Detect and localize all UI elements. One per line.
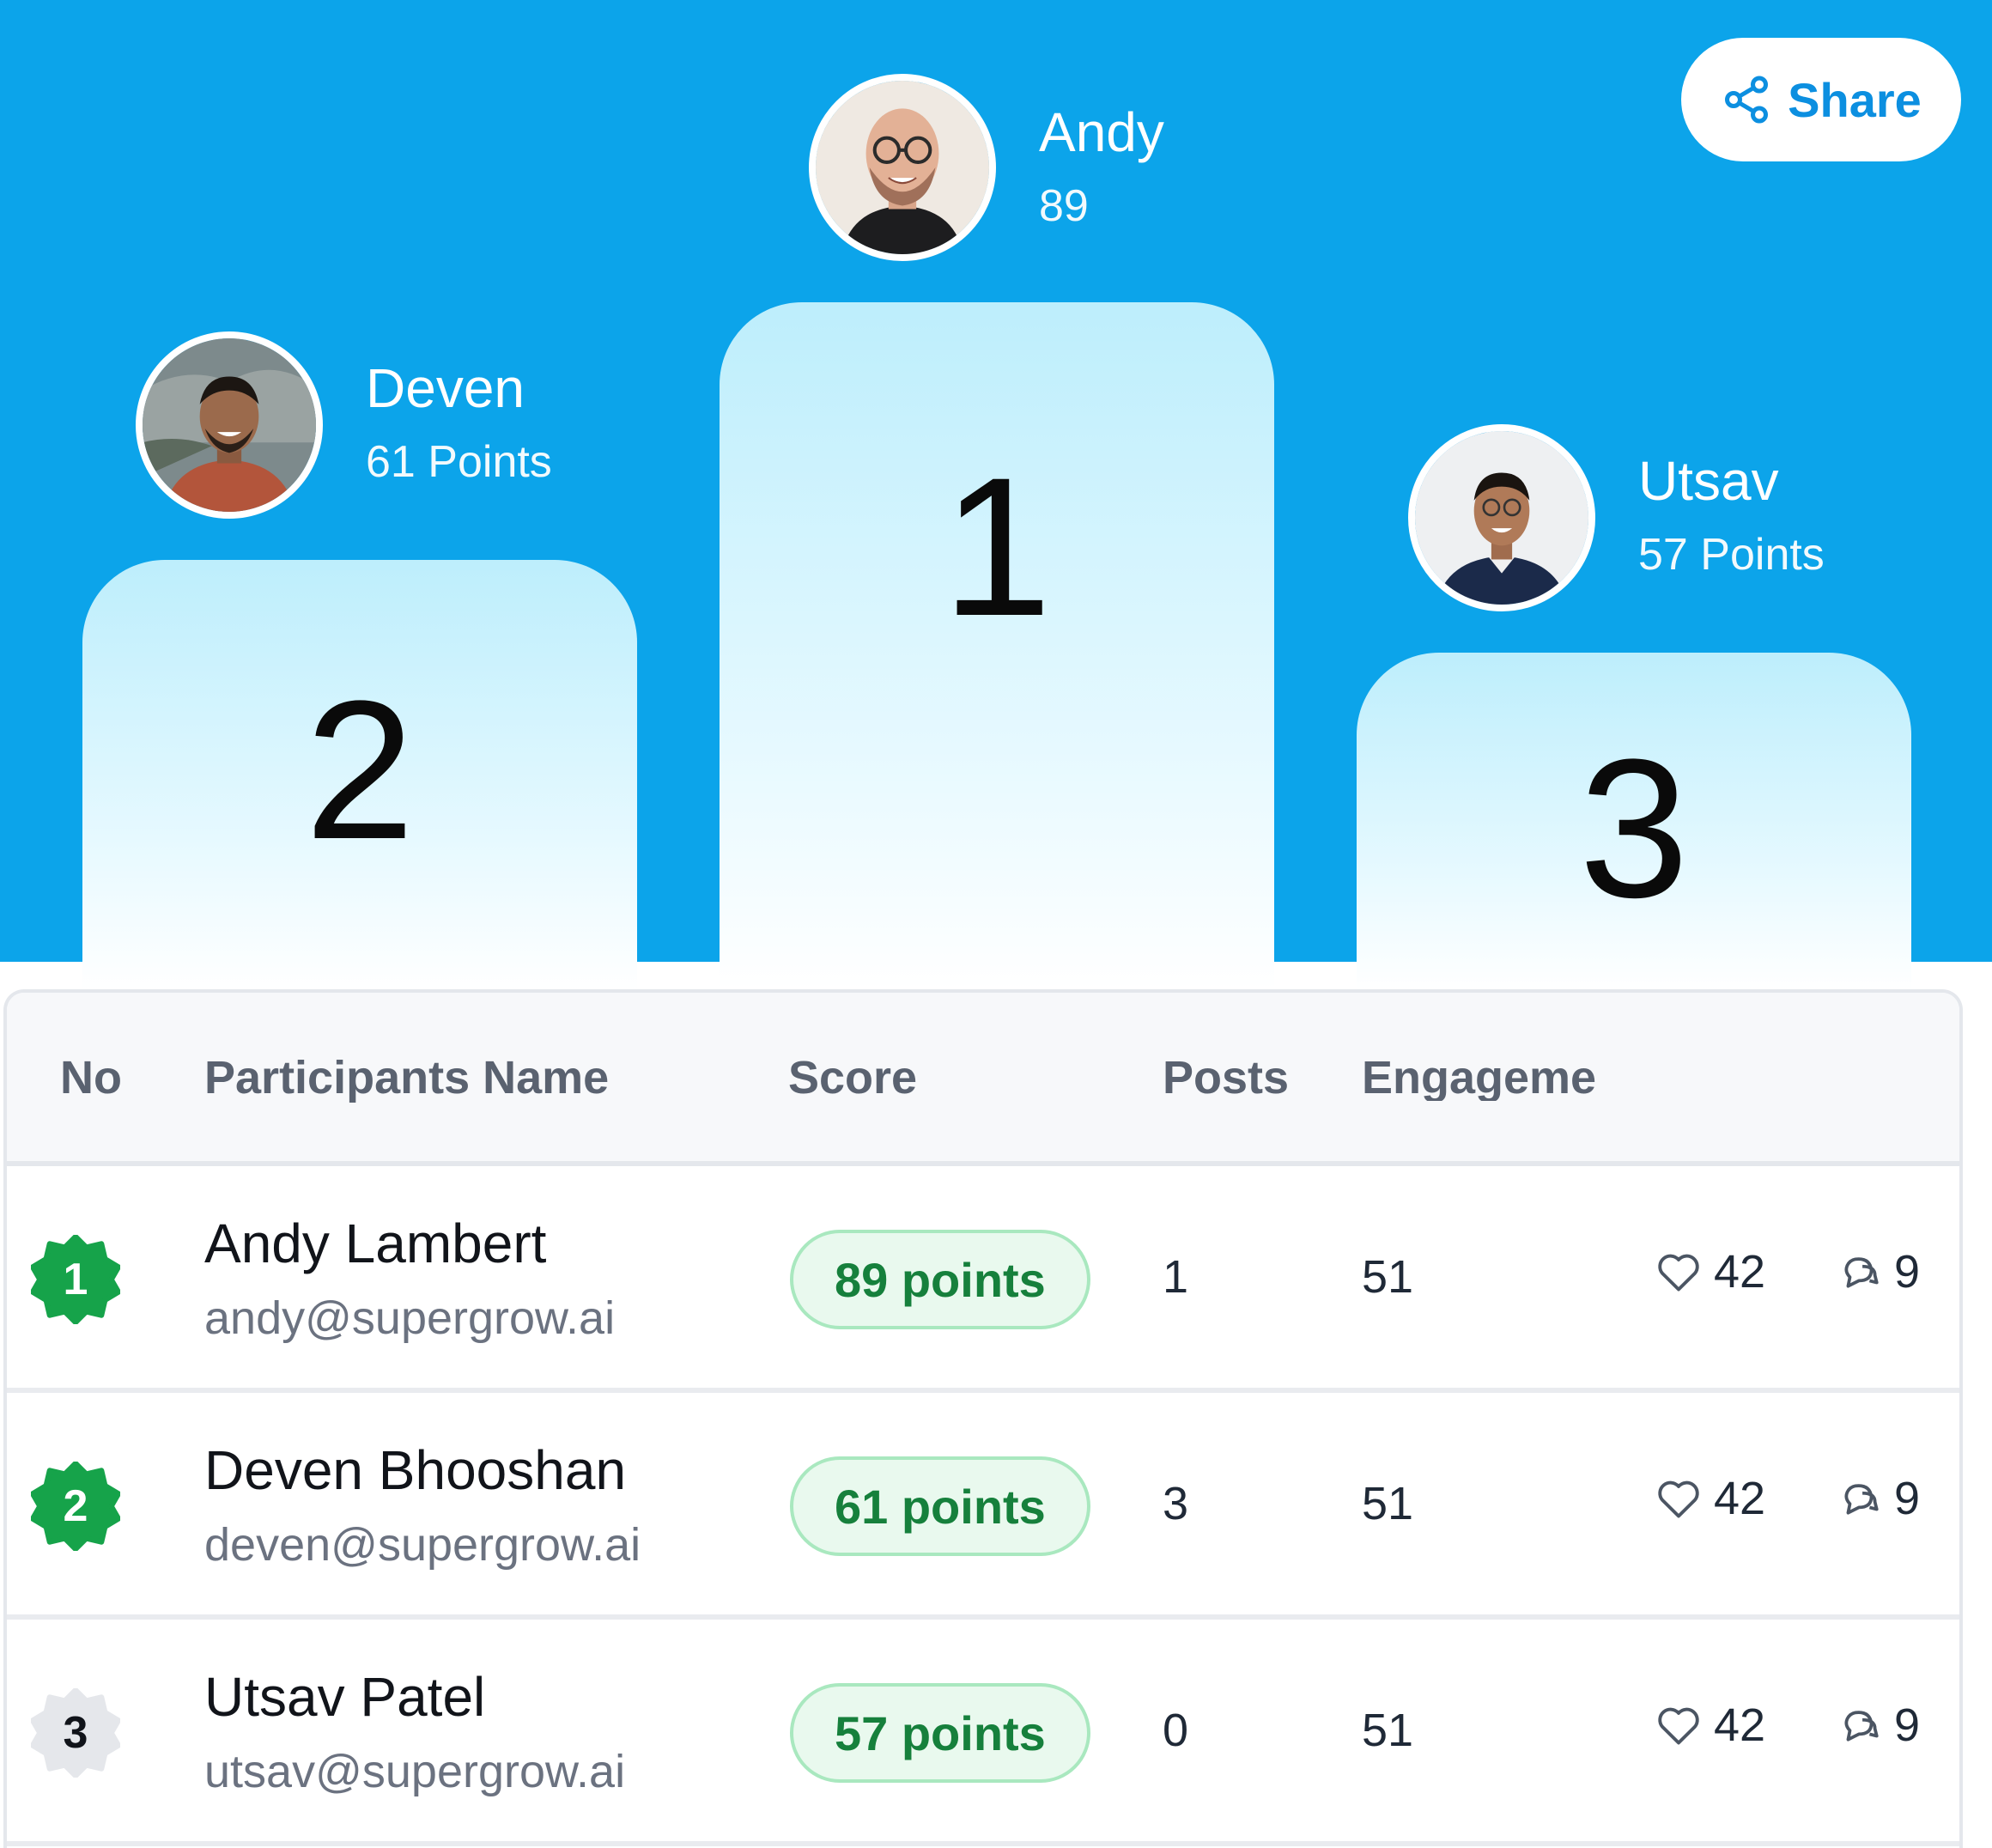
participant-name: Andy Lambert xyxy=(204,1213,547,1274)
header-posts: Posts xyxy=(1163,1052,1290,1103)
comments-count: 9 xyxy=(1894,1699,1921,1751)
posts-count: 0 xyxy=(1163,1705,1189,1756)
second-place-name: Deven xyxy=(366,357,525,419)
heart-icon xyxy=(1658,1707,1699,1745)
comment-icon xyxy=(1844,1711,1879,1742)
rank-number: 1 xyxy=(63,1255,88,1304)
rank-number: 3 xyxy=(63,1708,88,1758)
podium-rank-1: 1 xyxy=(942,436,1052,657)
likes: 42 xyxy=(1654,1699,1765,1752)
avatar-third xyxy=(1408,424,1595,611)
podium-second: 2 xyxy=(82,560,637,989)
comments: 9 xyxy=(1839,1245,1920,1298)
rank-badge: 3 xyxy=(31,1688,120,1778)
heart-icon xyxy=(1658,1480,1699,1518)
rank-badge: 1 xyxy=(31,1235,120,1324)
leaderboard-table: No Participants Name Score Posts Engagem… xyxy=(3,989,1963,1848)
second-place-points: 61 Points xyxy=(366,437,552,487)
share-icon xyxy=(1725,76,1769,124)
participant-name: Utsav Patel xyxy=(204,1666,486,1728)
comment-icon xyxy=(1844,1484,1879,1515)
share-label: Share xyxy=(1788,72,1922,127)
table-row[interactable]: 3 Utsav Patel utsav@supergrow.ai 57 poin… xyxy=(7,1620,1959,1846)
posts-count: 3 xyxy=(1163,1478,1189,1529)
comments-count: 9 xyxy=(1894,1246,1921,1298)
score-pill: 61 points xyxy=(790,1456,1090,1556)
rank-number: 2 xyxy=(63,1481,88,1531)
likes-count: 42 xyxy=(1714,1246,1766,1298)
podium-rank-3: 3 xyxy=(1579,718,1689,939)
heart-icon xyxy=(1658,1254,1699,1292)
third-place-points: 57 Points xyxy=(1638,530,1825,580)
likes-count: 42 xyxy=(1714,1699,1766,1751)
engagement-count: 51 xyxy=(1362,1478,1414,1529)
table-header: No Participants Name Score Posts Engagem… xyxy=(7,993,1959,1166)
comments: 9 xyxy=(1839,1699,1920,1752)
comments: 9 xyxy=(1839,1472,1920,1525)
avatar-second xyxy=(136,331,323,519)
first-place-name: Andy xyxy=(1039,101,1164,163)
podium-rank-2: 2 xyxy=(305,660,415,880)
header-no: No xyxy=(60,1052,122,1103)
comments-count: 9 xyxy=(1894,1473,1921,1524)
rank-badge: 2 xyxy=(31,1462,120,1551)
comment-icon xyxy=(1844,1257,1879,1288)
participant-email: deven@supergrow.ai xyxy=(204,1519,641,1571)
posts-count: 1 xyxy=(1163,1251,1189,1303)
header-engagement: Engageme xyxy=(1362,1055,1597,1101)
share-button[interactable]: Share xyxy=(1681,38,1961,161)
engagement-count: 51 xyxy=(1362,1705,1414,1756)
table-row[interactable]: 2 Deven Bhooshan deven@supergrow.ai 61 p… xyxy=(7,1393,1959,1620)
likes-count: 42 xyxy=(1714,1473,1766,1524)
table-row[interactable]: 1 Andy Lambert andy@supergrow.ai 89 poin… xyxy=(7,1166,1959,1393)
first-place-points: 89 xyxy=(1039,181,1089,231)
avatar-first xyxy=(809,74,996,261)
podium-third: 3 xyxy=(1357,653,1911,989)
participant-name: Deven Bhooshan xyxy=(204,1439,627,1501)
participant-email: utsav@supergrow.ai xyxy=(204,1746,626,1797)
likes: 42 xyxy=(1654,1472,1765,1525)
likes: 42 xyxy=(1654,1245,1765,1298)
header-score: Score xyxy=(788,1052,918,1103)
score-pill: 89 points xyxy=(790,1230,1090,1329)
score-pill: 57 points xyxy=(790,1683,1090,1783)
header-participants-name: Participants Name xyxy=(204,1052,610,1103)
participant-email: andy@supergrow.ai xyxy=(204,1292,616,1344)
podium-first: 1 xyxy=(720,302,1274,989)
engagement-count: 51 xyxy=(1362,1251,1414,1303)
third-place-name: Utsav xyxy=(1638,450,1779,512)
leaderboard-hero: Share Andy 89 Deven 61 Points Utsav 57 P… xyxy=(0,0,1992,989)
